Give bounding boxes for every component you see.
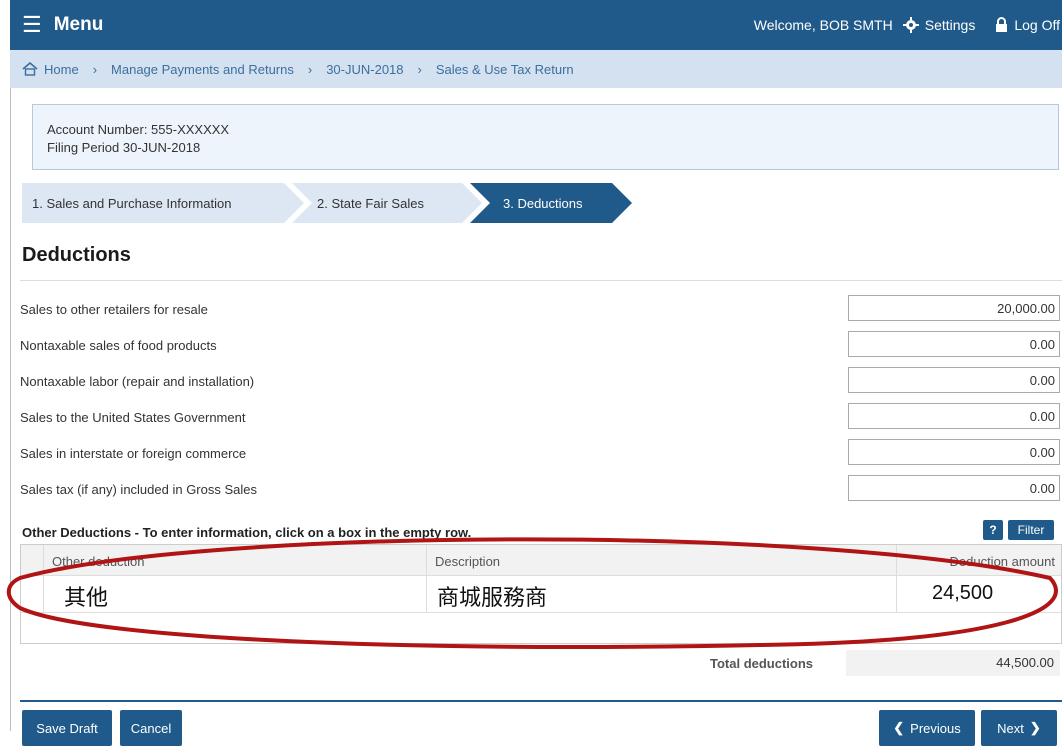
chevron-right-icon: ❯ [1029,720,1041,735]
account-number: Account Number: 555-XXXXXX [47,122,230,137]
breadcrumb: Home › Manage Payments and Returns › 30-… [10,50,1062,88]
filing-period: Filing Period 30-JUN-2018 [47,140,201,155]
total-deductions-value: 44,500.00 [846,650,1060,676]
other-deductions-grid: Other deduction Description Deduction am… [20,544,1062,644]
description-cell[interactable]: 商城服務商 [426,576,896,612]
deduction-row: Nontaxable sales of food products 0.00 [20,331,1060,359]
hamburger-icon: ☰ [22,12,42,37]
menu-label: Menu [53,14,104,35]
next-button[interactable]: Next ❯ [981,710,1057,746]
top-bar: ☰ Menu Welcome, BOB SMTH Settings Log Of… [10,0,1062,50]
next-label: Next [997,720,1024,736]
other-deduction-cell[interactable]: 其他 [43,576,426,612]
account-info-box: Account Number: 555-XXXXXX Filing Period… [32,104,1059,170]
other-deductions-title: Other Deductions - To enter information,… [22,525,472,540]
chevron-right-icon: › [92,61,98,77]
column-header[interactable]: Other deduction [43,545,426,575]
app-frame: ☰ Menu Welcome, BOB SMTH Settings Log Of… [10,0,1062,746]
save-draft-button[interactable]: Save Draft [22,710,112,746]
deduction-label: Nontaxable labor (repair and installatio… [20,374,255,389]
deduction-label: Sales to other retailers for resale [20,302,208,317]
logoff-link[interactable]: Log Off [995,17,1062,33]
deduction-label: Sales in interstate or foreign commerce [20,446,247,461]
filter-button[interactable]: Filter [1008,520,1054,540]
page-title: Deductions [22,244,131,266]
deduction-label: Sales tax (if any) included in Gross Sal… [20,482,257,497]
deduction-input[interactable]: 0.00 [848,403,1060,429]
step-state-fair[interactable]: 2. State Fair Sales [317,183,467,223]
column-header[interactable]: Description [426,545,896,575]
deduction-row: Nontaxable labor (repair and installatio… [20,367,1060,395]
chevron-right-icon: › [307,61,313,77]
welcome-text: Welcome, BOB SMTH [753,17,893,33]
help-button[interactable]: ? [983,520,1003,540]
step-deductions[interactable]: 3. Deductions [503,183,613,223]
grid-header-row: Other deduction Description Deduction am… [21,545,1061,576]
total-deductions-label: Total deductions [710,656,814,671]
deduction-input[interactable]: 0.00 [848,439,1060,465]
menu-button[interactable]: ☰ Menu [22,12,103,38]
deduction-label: Nontaxable sales of food products [20,338,217,353]
previous-button[interactable]: ❮ Previous [879,710,975,746]
lock-icon [996,17,1008,32]
table-row[interactable]: 其他 商城服務商 24,500 [21,576,1061,613]
logoff-label: Log Off [1014,17,1060,33]
deduction-input[interactable]: 20,000.00 [848,295,1060,321]
cancel-button[interactable]: Cancel [120,710,182,746]
chevron-left-icon: ❮ [893,720,905,735]
breadcrumb-period[interactable]: 30-JUN-2018 [326,62,403,77]
user-area: Welcome, BOB SMTH Settings Log Off [754,0,1062,50]
deduction-amount-cell[interactable]: 24,500 [896,576,1061,612]
settings-label: Settings [924,17,976,33]
previous-label: Previous [910,720,961,736]
breadcrumb-manage-payments[interactable]: Manage Payments and Returns [111,62,294,77]
divider [20,280,1062,281]
deduction-row: Sales in interstate or foreign commerce … [20,439,1060,467]
step-sales-purchase[interactable]: 1. Sales and Purchase Information [32,183,282,223]
deduction-input[interactable]: 0.00 [848,475,1060,501]
deduction-input[interactable]: 0.00 [848,331,1060,357]
deduction-row: Sales to the United States Government 0.… [20,403,1060,431]
deduction-label: Sales to the United States Government [20,410,246,425]
deduction-row: Sales to other retailers for resale 20,0… [20,295,1060,323]
settings-link[interactable]: Settings [902,17,976,33]
chevron-right-icon: › [417,61,422,77]
row-gutter [21,576,43,612]
gear-icon [902,17,919,33]
breadcrumb-home[interactable]: Home [44,62,79,77]
deduction-input[interactable]: 0.00 [848,367,1060,393]
deduction-row: Sales tax (if any) included in Gross Sal… [20,475,1060,503]
row-gutter [21,545,43,575]
home-icon [22,62,38,76]
column-header[interactable]: Deduction amount [896,545,1061,575]
footer-divider [20,700,1062,702]
breadcrumb-current: Sales & Use Tax Return [435,61,574,77]
